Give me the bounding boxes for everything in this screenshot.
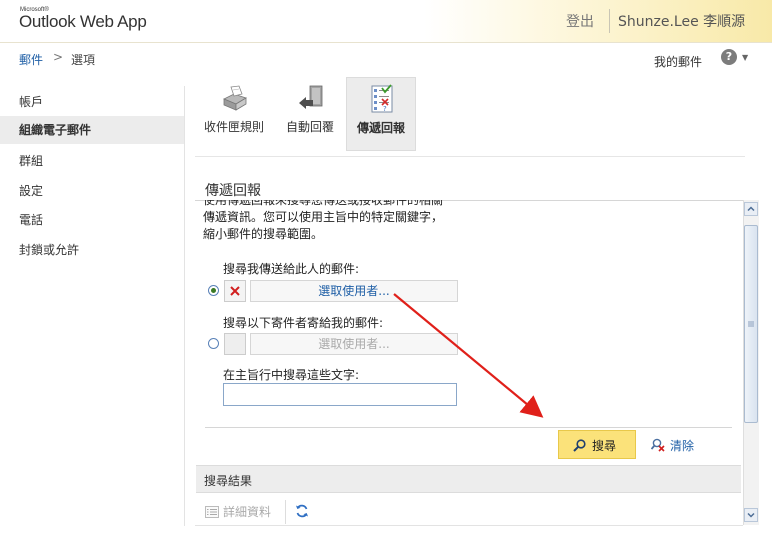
clear-button-label: 清除 <box>670 439 695 453</box>
toolbar-divider <box>195 156 745 157</box>
delivery-report-button[interactable]: ? 傳遞回報 <box>346 77 416 151</box>
results-toolbar-divider <box>285 500 286 524</box>
search-results-title: 搜尋結果 <box>204 474 253 488</box>
content-bottom-border <box>195 525 743 526</box>
user-name[interactable]: Shunze.Lee 李順源 <box>618 11 745 31</box>
nav-item-groups[interactable]: 群組 <box>0 147 184 175</box>
scroll-down-button[interactable] <box>744 508 758 522</box>
breadcrumb-separator: > <box>53 50 64 64</box>
magnifier-icon <box>573 439 586 452</box>
description-line: 使用傳遞回報來搜尋您傳送或接收郵件的相關 <box>203 200 444 207</box>
details-button[interactable]: 詳細資料 <box>205 503 271 521</box>
description-viewport: 使用傳遞回報來搜尋您傳送或接收郵件的相關 傳遞資訊。您可以使用主旨中的特定關鍵字… <box>200 200 500 248</box>
delivery-report-label: 傳遞回報 <box>356 121 405 135</box>
auto-reply-label: 自動回覆 <box>285 120 334 134</box>
auto-reply-button[interactable]: 自動回覆 <box>275 77 345 151</box>
help-icon[interactable]: ? <box>721 49 737 65</box>
my-mail-link[interactable]: 我的郵件 <box>654 53 702 70</box>
sent-to-label: 搜尋我傳送給此人的郵件: <box>223 262 360 276</box>
section-title: 傳遞回報 <box>205 183 261 199</box>
clear-search-icon <box>651 438 665 452</box>
content-scrollbar[interactable] <box>743 200 759 525</box>
empty-sender-box[interactable] <box>224 333 246 355</box>
help-dropdown-caret-icon[interactable]: ▼ <box>742 53 748 62</box>
nav-item-organize-email[interactable]: 組織電子郵件 <box>0 116 184 144</box>
details-button-label: 詳細資料 <box>223 505 272 519</box>
grip-icon <box>748 321 754 327</box>
inbox-rules-label: 收件匣規則 <box>203 120 264 134</box>
nav-item-settings[interactable]: 設定 <box>0 177 184 205</box>
received-from-label: 搜尋以下寄件者寄給我的郵件: <box>223 316 384 330</box>
search-button[interactable]: 搜尋 <box>558 430 636 459</box>
svg-text:?: ? <box>383 105 387 113</box>
inbox-rules-icon <box>223 85 247 111</box>
sent-to-radio[interactable] <box>208 285 219 296</box>
description-text: 使用傳遞回報來搜尋您傳送或接收郵件的相關 傳遞資訊。您可以使用主旨中的特定關鍵字… <box>203 200 493 243</box>
search-button-label: 搜尋 <box>592 439 617 453</box>
scroll-thumb[interactable] <box>744 225 758 423</box>
chevron-up-icon <box>747 206 755 212</box>
signout-link[interactable]: 登出 <box>566 11 594 31</box>
details-list-icon <box>205 506 219 518</box>
description-line: 傳遞資訊。您可以使用主旨中的特定關鍵字， <box>203 210 444 224</box>
annotation-arrow <box>393 293 544 418</box>
description-line: 縮小郵件的搜尋範圍。 <box>203 227 324 241</box>
red-x-icon <box>230 286 240 296</box>
nav-item-account[interactable]: 帳戶 <box>0 88 184 116</box>
header-divider <box>609 9 610 33</box>
chevron-down-icon <box>747 512 755 518</box>
clear-recipient-button[interactable] <box>224 280 246 302</box>
clear-button[interactable]: 清除 <box>648 434 718 456</box>
refresh-icon[interactable] <box>295 504 309 518</box>
nav-item-block-allow[interactable]: 封鎖或允許 <box>0 236 184 264</box>
delivery-report-icon: ? <box>371 84 393 113</box>
scroll-up-button[interactable] <box>744 202 758 216</box>
search-results-header: 搜尋結果 <box>196 465 741 493</box>
subject-label: 在主旨行中搜尋這些文字: <box>223 368 360 382</box>
auto-reply-icon <box>299 85 323 109</box>
received-from-radio[interactable] <box>208 338 219 349</box>
breadcrumb-options: 選項 <box>71 53 96 67</box>
breadcrumb-mail-link[interactable]: 郵件 <box>19 51 43 68</box>
inbox-rules-button[interactable]: 收件匣規則 <box>199 77 269 151</box>
outlook-web-app-logo: Outlook Web App <box>19 12 147 31</box>
nav-item-phone[interactable]: 電話 <box>0 206 184 234</box>
nav-divider <box>184 86 185 526</box>
